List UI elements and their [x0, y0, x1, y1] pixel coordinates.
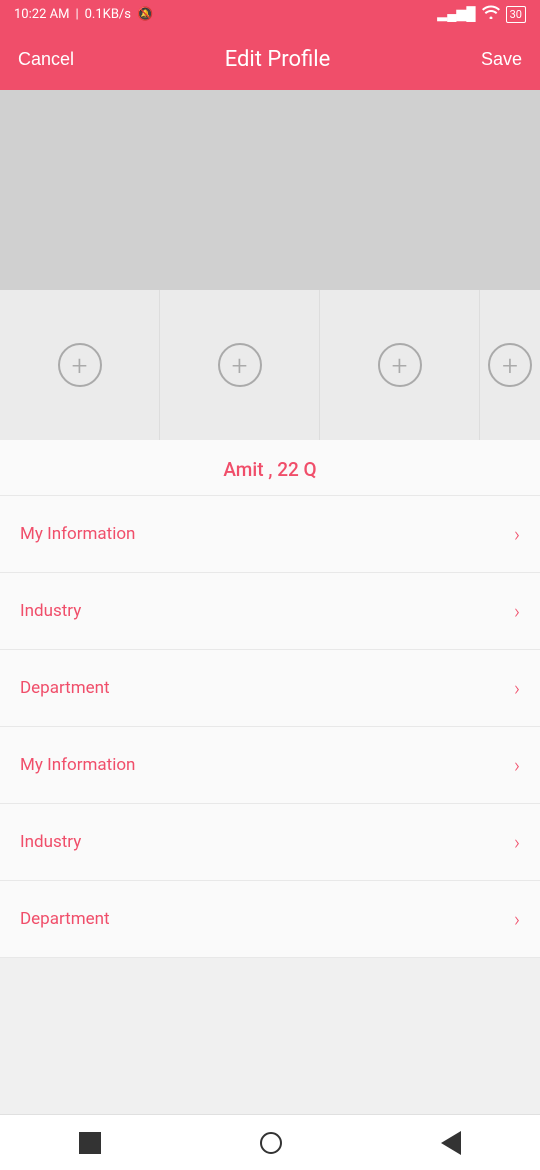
- home-button[interactable]: [79, 1132, 101, 1154]
- menu-item-my-information-1[interactable]: My Information ›: [0, 496, 540, 573]
- menu-item-label: Department: [20, 909, 110, 929]
- add-photo-icon-3: +: [378, 343, 422, 387]
- photo-thumb-1[interactable]: +: [0, 290, 160, 440]
- menu-item-department-2[interactable]: Department ›: [0, 881, 540, 958]
- chevron-right-icon: ›: [514, 522, 520, 546]
- menu-item-label: Department: [20, 678, 110, 698]
- menu-item-industry-1[interactable]: Industry ›: [0, 573, 540, 650]
- menu-item-department-1[interactable]: Department ›: [0, 650, 540, 727]
- wifi-icon: [482, 5, 500, 23]
- circle-icon: [260, 1132, 282, 1154]
- chevron-right-icon: ›: [514, 599, 520, 623]
- photo-thumb-2[interactable]: +: [160, 290, 320, 440]
- status-bar: 10:22 AM | 0.1KB/s 🔕 ▂▄▆█ 30: [0, 0, 540, 28]
- add-photo-icon-2: +: [218, 343, 262, 387]
- battery-icon: 30: [506, 6, 526, 23]
- cancel-button[interactable]: Cancel: [18, 49, 74, 70]
- menu-item-label: My Information: [20, 755, 135, 775]
- recents-button[interactable]: [260, 1132, 282, 1154]
- photo-thumb-4[interactable]: +: [480, 290, 540, 440]
- top-nav: Cancel Edit Profile Save: [0, 28, 540, 90]
- bottom-nav: [0, 1114, 540, 1170]
- status-right: ▂▄▆█ 30: [437, 5, 526, 23]
- chevron-right-icon: ›: [514, 676, 520, 700]
- menu-item-label: Industry: [20, 601, 81, 621]
- menu-item-label: My Information: [20, 524, 135, 544]
- photo-thumb-3[interactable]: +: [320, 290, 480, 440]
- chevron-right-icon: ›: [514, 907, 520, 931]
- menu-item-industry-2[interactable]: Industry ›: [0, 804, 540, 881]
- cover-photo[interactable]: [0, 90, 540, 290]
- chevron-right-icon: ›: [514, 830, 520, 854]
- add-photo-icon-1: +: [58, 343, 102, 387]
- status-data-speed: 0.1KB/s: [85, 7, 131, 22]
- back-triangle-icon: [441, 1131, 461, 1155]
- profile-name: Amit , 22 Q: [0, 440, 540, 496]
- save-button[interactable]: Save: [481, 49, 522, 70]
- back-button[interactable]: [441, 1131, 461, 1155]
- page-title: Edit Profile: [225, 47, 331, 72]
- status-network: |: [75, 7, 78, 22]
- chevron-right-icon: ›: [514, 753, 520, 777]
- menu-list: My Information › Industry › Department ›…: [0, 496, 540, 958]
- mute-icon: 🔕: [137, 7, 153, 22]
- status-left: 10:22 AM | 0.1KB/s 🔕: [14, 7, 153, 22]
- menu-item-label: Industry: [20, 832, 81, 852]
- add-photo-icon-4: +: [488, 343, 532, 387]
- menu-item-my-information-2[interactable]: My Information ›: [0, 727, 540, 804]
- photo-thumbnails-row: + + + +: [0, 290, 540, 440]
- status-time: 10:22 AM: [14, 7, 69, 22]
- signal-icon: ▂▄▆█: [437, 6, 475, 22]
- square-icon: [79, 1132, 101, 1154]
